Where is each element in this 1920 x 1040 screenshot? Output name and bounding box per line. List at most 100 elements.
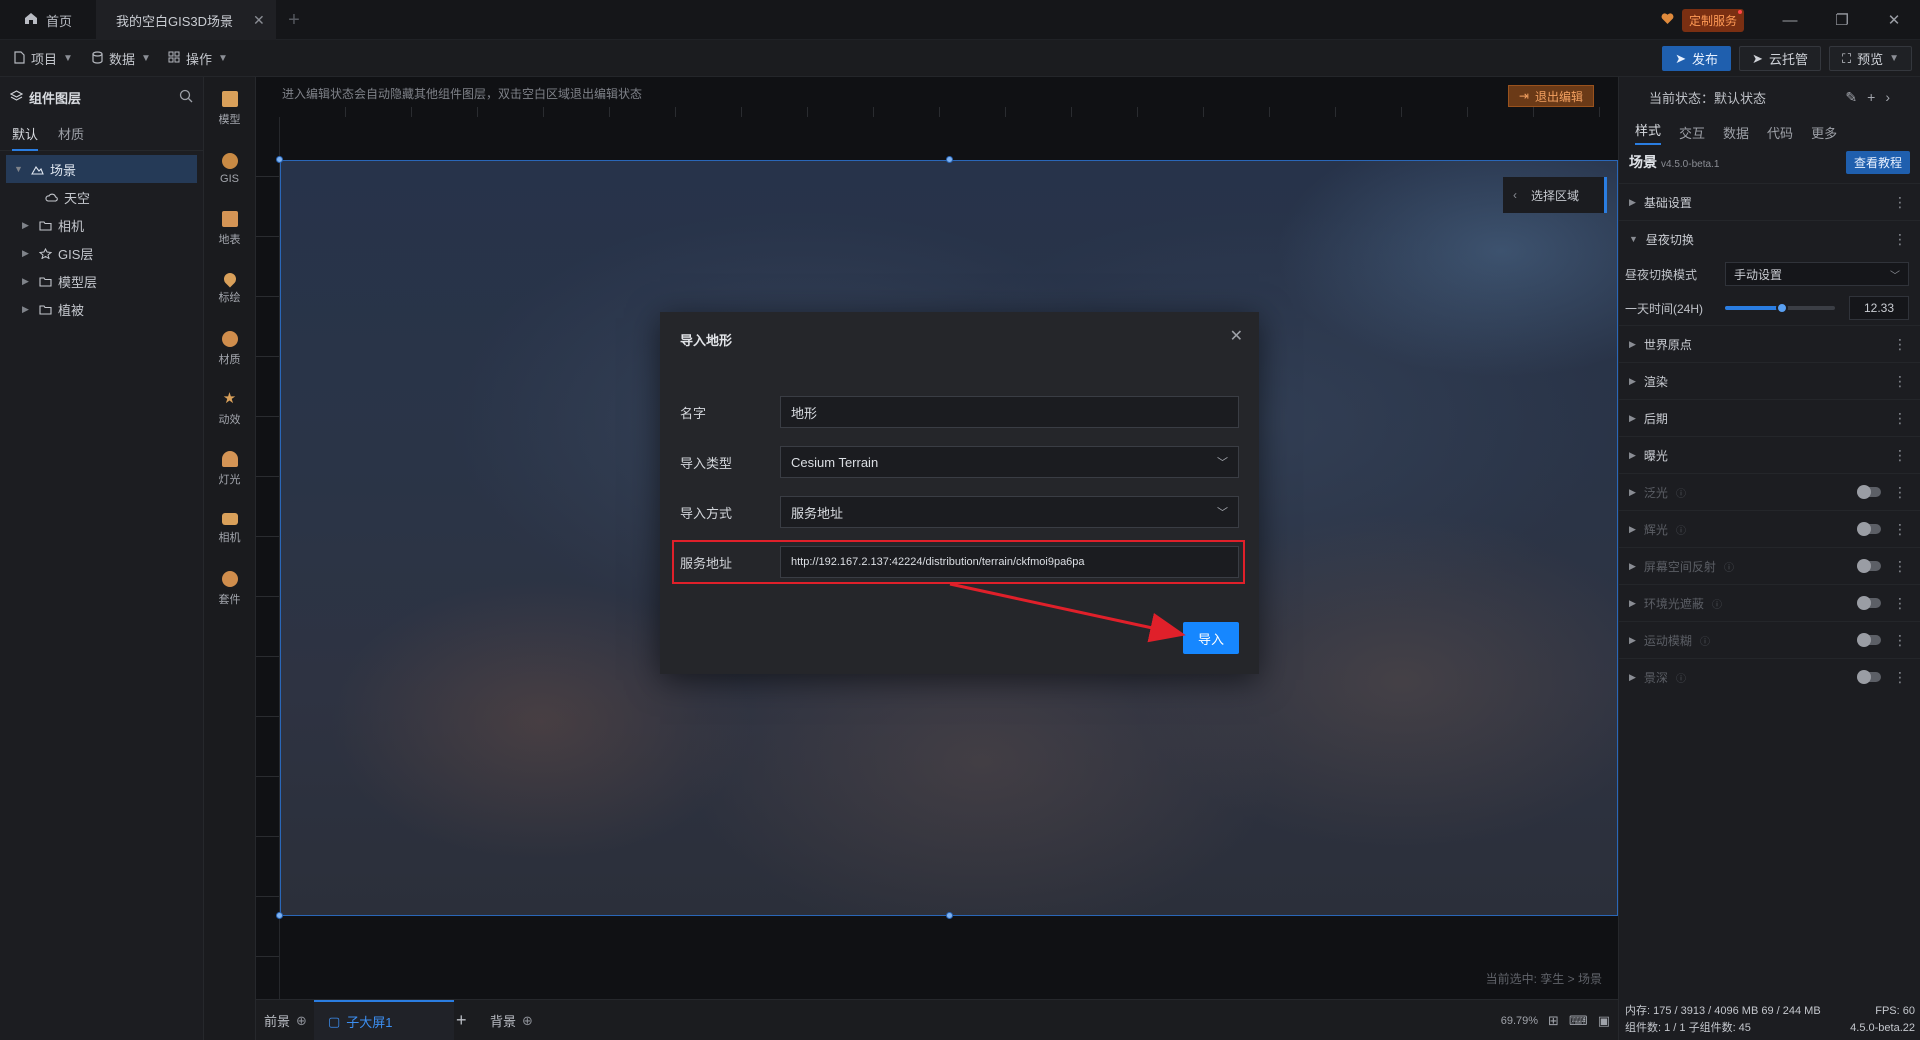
search-icon[interactable] [179, 89, 193, 106]
menu-data[interactable]: 数据 ▼ [92, 40, 151, 77]
tab-more[interactable]: 更多 [1811, 123, 1837, 142]
more-icon[interactable]: ⋮ [1893, 336, 1907, 353]
more-icon[interactable]: ⋮ [1893, 521, 1907, 538]
section-item[interactable]: ▶ 运动模糊 ⓘ ⋮ [1619, 621, 1920, 658]
import-method-select[interactable]: 服务地址 ﹀ [780, 496, 1239, 528]
tab-interaction[interactable]: 交互 [1679, 123, 1705, 142]
more-icon[interactable]: ⋮ [1893, 595, 1907, 612]
tab-data[interactable]: 数据 [1723, 123, 1749, 142]
tree-item-scene[interactable]: ▼ 场景 [6, 155, 197, 183]
more-icon[interactable]: ⋮ [1893, 231, 1907, 248]
section-item[interactable]: ▶ 辉光 ⓘ ⋮ [1619, 510, 1920, 547]
publish-button[interactable]: ➤ 发布 [1662, 46, 1732, 71]
menu-project[interactable]: 项目 ▼ [14, 40, 73, 77]
custom-service-button[interactable]: 定制服务 [1661, 8, 1744, 32]
slider-handle[interactable] [1775, 302, 1788, 314]
tree-item-vegetation[interactable]: ▶ 植被 [0, 295, 203, 323]
tab-home[interactable]: 首页 [0, 0, 96, 40]
caret-right-icon[interactable]: ▶ [22, 276, 32, 287]
resize-handle[interactable] [276, 156, 283, 163]
strip-item-kit[interactable]: 套件 [204, 559, 255, 619]
close-tab-icon[interactable]: ✕ [253, 12, 265, 29]
strip-item-terrain[interactable]: 地表 [204, 199, 255, 259]
caret-right-icon[interactable]: ▶ [22, 304, 32, 315]
tree-item-camera[interactable]: ▶ 相机 [0, 211, 203, 239]
strip-item-effect[interactable]: ★ 动效 [204, 379, 255, 439]
section-item[interactable]: ▶ 屏幕空间反射 ⓘ ⋮ [1619, 547, 1920, 584]
toggle-switch[interactable] [1857, 522, 1881, 536]
close-window-button[interactable]: ✕ [1868, 0, 1920, 40]
resize-handle[interactable] [946, 156, 953, 163]
add-screen-button[interactable]: + [456, 1000, 467, 1040]
caret-down-icon[interactable]: ▼ [14, 164, 24, 174]
add-icon[interactable]: + [1867, 89, 1875, 106]
section-item[interactable]: ▶ 环境光遮蔽 ⓘ ⋮ [1619, 584, 1920, 621]
section-item[interactable]: ▶ 世界原点 ⋮ [1619, 325, 1920, 362]
more-icon[interactable]: ⋮ [1893, 194, 1907, 211]
edit-icon[interactable]: ✎ [1845, 89, 1857, 106]
strip-item-light[interactable]: 灯光 [204, 439, 255, 499]
tab-default[interactable]: 默认 [12, 124, 39, 151]
minimize-button[interactable]: — [1764, 0, 1816, 40]
more-icon[interactable]: ⋮ [1893, 669, 1907, 686]
section-day-night[interactable]: ▼ 昼夜切换 ⋮ [1619, 220, 1920, 257]
add-circle-icon[interactable]: ⊕ [296, 1013, 307, 1029]
menu-operation[interactable]: 操作 ▼ [168, 40, 228, 77]
preview-button[interactable]: ⛶ 预览 ▼ [1828, 46, 1912, 71]
strip-item-model[interactable]: 模型 [204, 79, 255, 139]
more-icon[interactable]: ⋮ [1893, 484, 1907, 501]
fit-screen-icon[interactable]: ⊞ [1548, 1013, 1559, 1029]
add-tab-button[interactable]: + [276, 0, 312, 40]
cloud-host-button[interactable]: ➤ 云托管 [1739, 46, 1821, 71]
daynight-mode-select[interactable]: 手动设置 ﹀ [1725, 262, 1909, 286]
more-icon[interactable]: ⋮ [1893, 410, 1907, 427]
more-icon[interactable]: ⋮ [1893, 558, 1907, 575]
section-item[interactable]: ▶ 后期 ⋮ [1619, 399, 1920, 436]
caret-right-icon[interactable]: ▶ [22, 248, 32, 259]
day-time-slider[interactable] [1725, 302, 1835, 314]
view-tutorial-button[interactable]: 查看教程 [1845, 150, 1910, 174]
toggle-switch[interactable] [1857, 633, 1881, 647]
strip-item-gis[interactable]: GIS [204, 139, 255, 199]
keyboard-icon[interactable]: ⌨ [1569, 1013, 1588, 1029]
section-item[interactable]: ▶ 曝光 ⋮ [1619, 436, 1920, 473]
exit-edit-button[interactable]: ⇥ 退出编辑 [1507, 85, 1594, 107]
section-item[interactable]: ▶ 渲染 ⋮ [1619, 362, 1920, 399]
chevron-right-icon[interactable]: › [1885, 89, 1890, 106]
foreground-tab[interactable]: 前景 ⊕ [264, 1000, 307, 1040]
toggle-switch[interactable] [1857, 596, 1881, 610]
tab-material[interactable]: 材质 [58, 124, 84, 143]
tab-style[interactable]: 样式 [1635, 120, 1662, 145]
section-item[interactable]: ▶ 景深 ⓘ ⋮ [1619, 658, 1920, 695]
tab-code[interactable]: 代码 [1767, 123, 1793, 142]
restore-button[interactable]: ❐ [1816, 0, 1868, 40]
import-type-select[interactable]: Cesium Terrain ﹀ [780, 446, 1239, 478]
toggle-switch[interactable] [1857, 559, 1881, 573]
toggle-switch[interactable] [1857, 670, 1881, 684]
day-time-input[interactable]: 12.33 [1849, 296, 1909, 320]
tree-item-sky[interactable]: 天空 [0, 183, 203, 211]
screen-tab-active[interactable]: ▢ 子大屏1 [314, 1000, 454, 1040]
more-icon[interactable]: ⋮ [1893, 373, 1907, 390]
close-icon[interactable]: ✕ [1230, 326, 1243, 346]
resize-handle[interactable] [276, 912, 283, 919]
resize-handle[interactable] [946, 912, 953, 919]
import-button[interactable]: 导入 [1183, 622, 1239, 654]
section-item[interactable]: ▶ 泛光 ⓘ ⋮ [1619, 473, 1920, 510]
tab-project[interactable]: 我的空白GIS3D场景 ✕ [96, 0, 276, 40]
more-icon[interactable]: ⋮ [1893, 632, 1907, 649]
strip-item-plot[interactable]: 标绘 [204, 259, 255, 319]
name-input[interactable]: 地形 [780, 396, 1239, 428]
more-icon[interactable]: ⋮ [1893, 447, 1907, 464]
toggle-switch[interactable] [1857, 485, 1881, 499]
select-area-button[interactable]: ‹ 选择区域 [1503, 177, 1607, 213]
strip-item-material[interactable]: 材质 [204, 319, 255, 379]
tree-item-model-layer[interactable]: ▶ 模型层 [0, 267, 203, 295]
terminal-icon[interactable]: ▣ [1598, 1013, 1610, 1029]
strip-item-camera[interactable]: 相机 [204, 499, 255, 559]
caret-right-icon[interactable]: ▶ [22, 220, 32, 231]
current-state[interactable]: 当前状态：默认状态 [1649, 88, 1766, 107]
tree-item-gis-layer[interactable]: ▶ GIS层 [0, 239, 203, 267]
section-basic-settings[interactable]: ▶ 基础设置 ⋮ [1619, 183, 1920, 220]
background-tab[interactable]: 背景 ⊕ [490, 1000, 533, 1040]
